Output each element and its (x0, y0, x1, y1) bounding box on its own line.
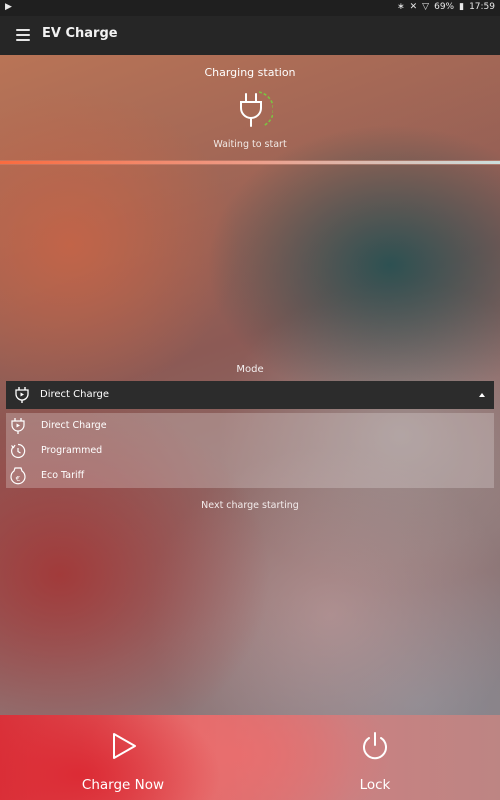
euro-tag-icon: € (10, 467, 26, 485)
battery-icon: ▮ (459, 2, 465, 12)
next-charge-text: Next charge starting (201, 500, 299, 511)
bluetooth-icon: ∗ (397, 2, 405, 12)
mode-dropdown[interactable]: Direct Charge (6, 381, 494, 409)
app-title: EV Charge (42, 26, 118, 41)
plug-icon (15, 387, 29, 403)
status-bar: ▶ ∗ ✕ ▽ 69% ▮ 17:59 (0, 0, 500, 16)
mode-option-label: Programmed (41, 445, 103, 456)
mode-option-label: Direct Charge (41, 420, 107, 431)
lock-button[interactable]: Lock (285, 715, 465, 800)
chevron-up-icon (479, 393, 485, 397)
charge-now-button[interactable]: Charge Now (33, 715, 213, 800)
mode-option-label: Eco Tariff (41, 470, 85, 481)
mode-option-direct-charge[interactable]: Direct Charge (6, 413, 494, 438)
svg-text:€: € (16, 475, 20, 483)
wifi-icon: ▽ (422, 2, 430, 12)
bottom-action-bar: Charge Now Lock (0, 715, 500, 800)
plug-icon (240, 91, 273, 127)
status-time: 17:59 (469, 2, 495, 12)
hamburger-menu-icon[interactable] (14, 26, 32, 44)
mode-option-eco-tariff[interactable]: € Eco Tariff (6, 463, 494, 488)
station-status: Waiting to start (213, 139, 287, 150)
timer-icon (11, 443, 26, 459)
power-icon (363, 732, 387, 760)
mode-label: Mode (236, 364, 264, 375)
battery-percent: 69% (434, 2, 455, 12)
plug-icon (11, 418, 25, 434)
app-bar: EV Charge (0, 16, 500, 55)
mode-options-list: Direct Charge Programmed € Eco Tariff (6, 413, 494, 488)
notification-flag-icon: ▶ (5, 2, 12, 12)
mode-option-programmed[interactable]: Programmed (6, 438, 494, 463)
play-icon (113, 733, 136, 759)
mute-icon: ✕ (409, 2, 418, 12)
charge-now-label: Charge Now (81, 777, 165, 793)
lock-label: Lock (359, 777, 391, 793)
mode-selected-value: Direct Charge (40, 389, 110, 400)
progress-line (0, 161, 500, 164)
station-title: Charging station (204, 66, 296, 79)
